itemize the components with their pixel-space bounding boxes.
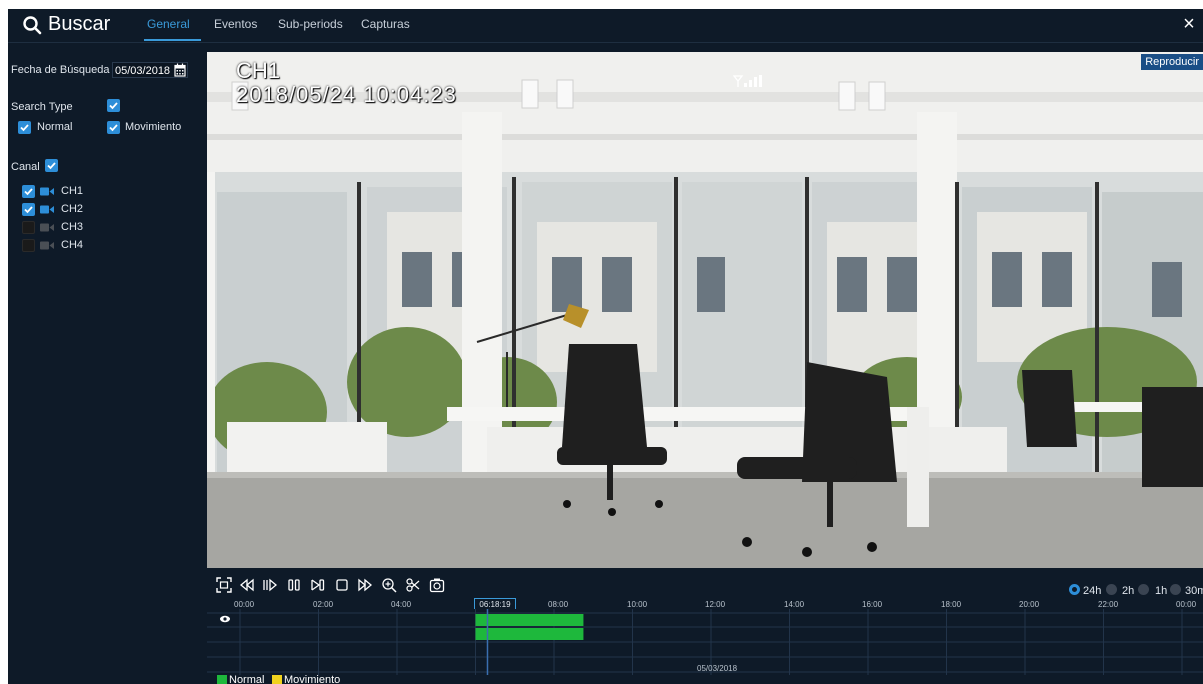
- eye-icon: [220, 615, 230, 623]
- timeline-tick: 20:00: [1019, 600, 1040, 609]
- active-tab-indicator: [144, 39, 201, 41]
- range-30m-radio[interactable]: [1170, 584, 1181, 595]
- channel-label: Canal: [11, 161, 40, 173]
- camera-icon: [40, 223, 54, 232]
- legend-motion-swatch: [272, 675, 282, 684]
- range-2h-label: 2h: [1122, 585, 1135, 597]
- range-24h-label: 24h: [1083, 585, 1102, 597]
- search-sidebar: [8, 43, 204, 684]
- step-frame-icon[interactable]: [310, 577, 326, 593]
- play-button[interactable]: Reproducir: [1141, 54, 1203, 70]
- signal-icon: [733, 75, 762, 87]
- channel-checkbox-ch3[interactable]: [22, 221, 35, 234]
- pause-icon[interactable]: [286, 577, 302, 593]
- channel-checkbox-ch1[interactable]: [22, 185, 35, 198]
- channel-all-checkbox[interactable]: [45, 159, 58, 172]
- video-player[interactable]: CH1 2018/05/24 10:04:23 Reproducir: [207, 52, 1203, 568]
- rewind-icon[interactable]: [239, 577, 255, 593]
- timeline-tick: 08:00: [548, 600, 569, 609]
- legend-motion-label: Movimiento: [284, 674, 341, 684]
- timeline-tick: 00:00: [234, 600, 255, 609]
- timeline-tick: 22:00: [1098, 600, 1119, 609]
- timeline-tick: 02:00: [313, 600, 334, 609]
- page-title: Buscar: [48, 13, 111, 35]
- date-value: 05/03/2018: [115, 65, 171, 77]
- close-icon[interactable]: ×: [1179, 13, 1199, 35]
- range-1h-radio[interactable]: [1138, 584, 1149, 595]
- tab-captures[interactable]: Capturas: [361, 17, 410, 31]
- normal-type-label: Normal: [37, 121, 73, 133]
- snapshot-icon[interactable]: [429, 577, 445, 593]
- channel-label-ch3: CH3: [61, 221, 84, 233]
- calendar-icon[interactable]: [174, 63, 186, 77]
- range-1h-label: 1h: [1155, 585, 1168, 597]
- office-scene-image: [207, 52, 1203, 568]
- recording-segment: [475, 614, 584, 626]
- fullscreen-icon[interactable]: [216, 577, 232, 593]
- range-30m-label: 30m: [1185, 585, 1203, 597]
- timeline-tick: 04:00: [391, 600, 412, 609]
- channel-label-ch1: CH1: [61, 185, 84, 197]
- legend-normal-swatch: [217, 675, 227, 684]
- search-window: Buscar General Eventos Sub-periods Captu…: [8, 9, 1203, 684]
- legend-normal-label: Normal: [229, 674, 265, 684]
- motion-type-label: Movimiento: [125, 121, 182, 133]
- search-icon: [23, 16, 42, 35]
- range-24h-radio[interactable]: [1069, 584, 1080, 595]
- motion-type-checkbox[interactable]: [107, 121, 120, 134]
- timeline-tick: 00:00: [1176, 600, 1197, 609]
- osd-timestamp: 2018/05/24 10:04:23: [236, 82, 457, 107]
- channel-checkbox-ch2[interactable]: [22, 203, 35, 216]
- camera-icon: [40, 205, 54, 214]
- timeline-tick: 14:00: [784, 600, 805, 609]
- tab-sub-periods[interactable]: Sub-periods: [278, 17, 343, 31]
- date-label: Fecha de Búsqueda: [11, 64, 110, 76]
- slow-play-icon[interactable]: [262, 577, 278, 593]
- osd-channel-label: CH1: [236, 58, 281, 83]
- tab-events[interactable]: Eventos: [214, 17, 257, 31]
- search-type-checkbox[interactable]: [107, 99, 120, 112]
- clip-icon[interactable]: [405, 577, 421, 593]
- timeline-date: 05/03/2018: [697, 664, 738, 673]
- timeline-tick: 18:00: [941, 600, 962, 609]
- search-type-label: Search Type: [11, 101, 73, 113]
- header-bar: Buscar General Eventos Sub-periods Captu…: [8, 9, 1203, 43]
- range-2h-radio[interactable]: [1106, 584, 1117, 595]
- recording-segment: [475, 628, 584, 640]
- zoom-icon[interactable]: [381, 577, 397, 593]
- tab-general[interactable]: General: [147, 17, 190, 31]
- camera-icon: [40, 241, 54, 250]
- camera-icon: [40, 187, 54, 196]
- channel-checkbox-ch4[interactable]: [22, 239, 35, 252]
- fast-forward-icon[interactable]: [357, 577, 373, 593]
- normal-type-checkbox[interactable]: [18, 121, 31, 134]
- timeline-tick: 10:00: [627, 600, 648, 609]
- stop-icon[interactable]: [334, 577, 350, 593]
- timeline-tick: 16:00: [862, 600, 883, 609]
- channel-label-ch4: CH4: [61, 239, 84, 251]
- channel-label-ch2: CH2: [61, 203, 84, 215]
- timeline-tick: 12:00: [705, 600, 726, 609]
